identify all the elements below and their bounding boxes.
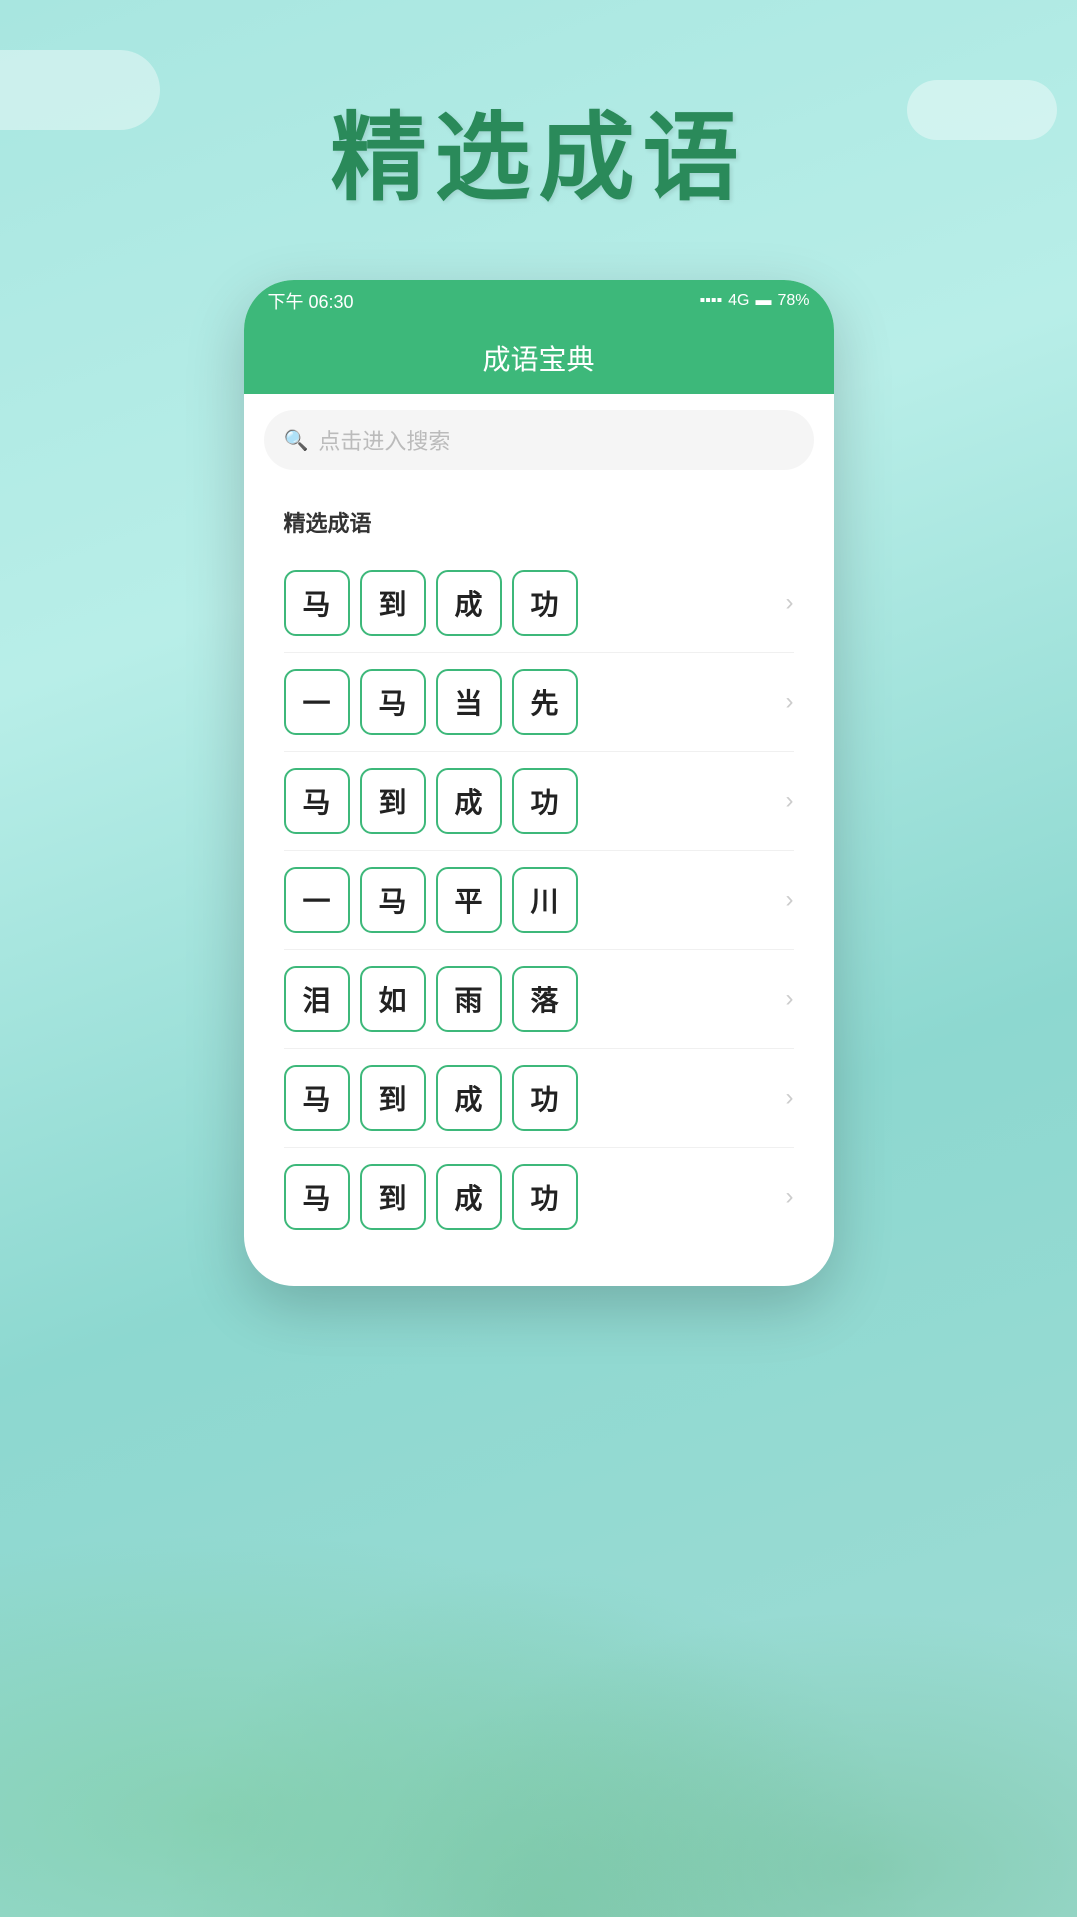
char-box: 功	[512, 1164, 578, 1230]
char-box: 当	[436, 669, 502, 735]
section-title: 精选成语	[284, 506, 794, 538]
char-box: 先	[512, 669, 578, 735]
char-box: 泪	[284, 966, 350, 1032]
char-box: 成	[436, 1164, 502, 1230]
idiom-row[interactable]: 马到成功 ›	[284, 554, 794, 653]
char-box: 落	[512, 966, 578, 1032]
char-box: 平	[436, 867, 502, 933]
idiom-list: 马到成功›一马当先›马到成功›一马平川›泪如雨落›马到成功›马到成功›	[284, 554, 794, 1246]
char-box: 马	[360, 669, 426, 735]
idiom-chars: 马到成功	[284, 1164, 578, 1230]
search-bar[interactable]: 🔍 点击进入搜索	[264, 410, 814, 470]
battery-bar: ▬	[755, 292, 771, 310]
phone-mockup: 下午 06:30 ▪▪▪▪ 4G ▬ 78% 成语宝典 🔍 点击进入搜索 精选成…	[244, 280, 834, 1286]
char-box: 马	[284, 1164, 350, 1230]
app-header: 成语宝典	[244, 322, 834, 394]
app-header-title: 成语宝典	[482, 344, 594, 375]
bg-cloud-2	[907, 80, 1057, 140]
search-container: 🔍 点击进入搜索	[244, 394, 834, 486]
idiom-chars: 泪如雨落	[284, 966, 578, 1032]
chevron-right-icon: ›	[786, 886, 794, 914]
idiom-row[interactable]: 一马平川 ›	[284, 851, 794, 950]
char-box: 成	[436, 570, 502, 636]
idiom-row[interactable]: 泪如雨落 ›	[284, 950, 794, 1049]
char-box: 川	[512, 867, 578, 933]
char-box: 一	[284, 867, 350, 933]
network-type: 4G	[728, 292, 749, 310]
search-icon: 🔍	[284, 428, 309, 453]
idiom-row[interactable]: 一马当先 ›	[284, 653, 794, 752]
char-box: 功	[512, 570, 578, 636]
chevron-right-icon: ›	[786, 985, 794, 1013]
char-box: 一	[284, 669, 350, 735]
char-box: 到	[360, 1164, 426, 1230]
char-box: 成	[436, 1065, 502, 1131]
idiom-chars: 一马当先	[284, 669, 578, 735]
chevron-right-icon: ›	[786, 787, 794, 815]
chevron-right-icon: ›	[786, 1183, 794, 1211]
char-box: 功	[512, 1065, 578, 1131]
status-bar: 下午 06:30 ▪▪▪▪ 4G ▬ 78%	[244, 280, 834, 322]
chevron-right-icon: ›	[786, 688, 794, 716]
char-box: 马	[284, 1065, 350, 1131]
search-placeholder: 点击进入搜索	[318, 424, 450, 456]
idiom-row[interactable]: 马到成功 ›	[284, 752, 794, 851]
chevron-right-icon: ›	[786, 589, 794, 617]
page-title: 精选成语	[331, 80, 747, 219]
char-box: 雨	[436, 966, 502, 1032]
chevron-right-icon: ›	[786, 1084, 794, 1112]
char-box: 功	[512, 768, 578, 834]
char-box: 成	[436, 768, 502, 834]
idiom-row[interactable]: 马到成功 ›	[284, 1148, 794, 1246]
bg-mountains	[0, 1417, 1077, 1917]
status-icons: ▪▪▪▪ 4G ▬ 78%	[699, 292, 809, 310]
char-box: 如	[360, 966, 426, 1032]
status-time: 下午 06:30	[268, 288, 354, 314]
char-box: 到	[360, 1065, 426, 1131]
char-box: 马	[360, 867, 426, 933]
char-box: 到	[360, 768, 426, 834]
idiom-chars: 一马平川	[284, 867, 578, 933]
idiom-chars: 马到成功	[284, 570, 578, 636]
bg-cloud-1	[0, 50, 160, 130]
char-box: 马	[284, 768, 350, 834]
char-box: 到	[360, 570, 426, 636]
signal-icon: ▪▪▪▪	[699, 292, 722, 310]
idiom-chars: 马到成功	[284, 768, 578, 834]
idiom-chars: 马到成功	[284, 1065, 578, 1131]
content-area: 精选成语 马到成功›一马当先›马到成功›一马平川›泪如雨落›马到成功›马到成功›	[264, 486, 814, 1266]
battery-percentage: 78%	[777, 292, 809, 310]
char-box: 马	[284, 570, 350, 636]
idiom-row[interactable]: 马到成功 ›	[284, 1049, 794, 1148]
